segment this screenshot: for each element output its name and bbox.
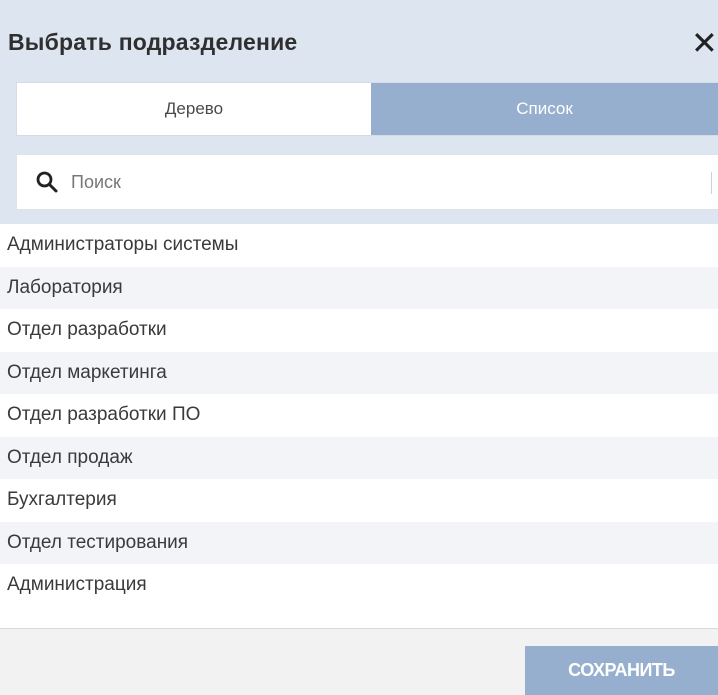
list-item[interactable]: Отдел продаж: [0, 436, 718, 479]
list-item[interactable]: Отдел маркетинга: [0, 351, 718, 394]
search-box: [16, 154, 718, 210]
tab-tree[interactable]: Дерево: [17, 83, 371, 135]
dialog-header: Выбрать подразделение ✕ Дерево Список: [0, 0, 718, 224]
select-department-dialog: Выбрать подразделение ✕ Дерево Список Ад…: [0, 0, 718, 695]
list-item[interactable]: Отдел разработки ПО: [0, 394, 718, 437]
close-icon[interactable]: ✕: [691, 24, 718, 62]
search-icon: [36, 171, 58, 193]
list-item[interactable]: Отдел разработки: [0, 309, 718, 352]
save-button[interactable]: СОХРАНИТЬ: [525, 646, 718, 695]
tab-list[interactable]: Список: [371, 83, 718, 135]
search-input[interactable]: [69, 170, 673, 194]
department-list: Администраторы системы Лаборатория Отдел…: [0, 224, 718, 628]
list-item[interactable]: Администраторы системы: [0, 224, 718, 267]
search-divider: [711, 172, 712, 194]
view-tabs: Дерево Список: [16, 82, 718, 136]
dialog-title: Выбрать подразделение: [8, 29, 298, 55]
footer-divider: [0, 628, 718, 629]
list-item[interactable]: Администрация: [0, 564, 718, 607]
list-item[interactable]: Отдел тестирования: [0, 521, 718, 564]
list-item[interactable]: Бухгалтерия: [0, 479, 718, 522]
list-item[interactable]: Лаборатория: [0, 266, 718, 309]
